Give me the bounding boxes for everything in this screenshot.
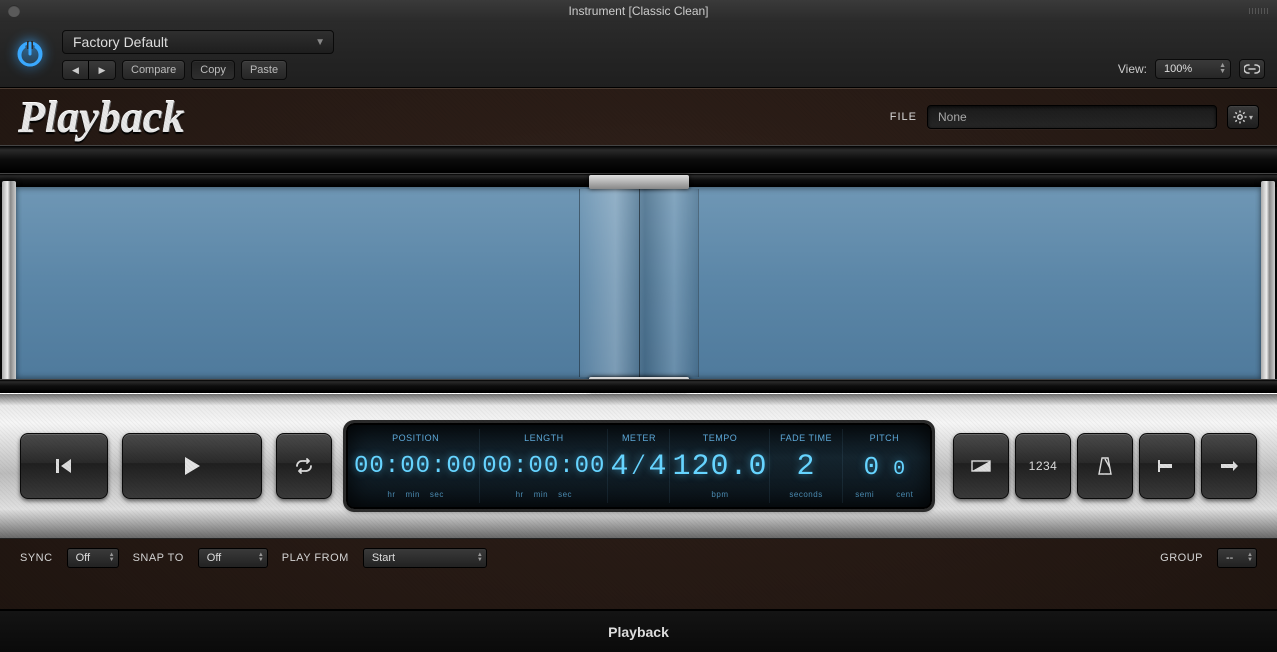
- playback-logo: Playback: [18, 92, 184, 143]
- gear-icon: [1233, 110, 1247, 124]
- file-label: FILE: [890, 111, 917, 123]
- preset-prev-button[interactable]: ◀: [63, 61, 89, 79]
- count-in-button[interactable]: 1234: [1015, 433, 1071, 499]
- file-action-button[interactable]: ▾: [1227, 105, 1259, 129]
- cycle-button[interactable]: [276, 433, 332, 499]
- view-zoom-select[interactable]: 100% ▲▼: [1155, 59, 1231, 79]
- pitch-label: PITCH: [870, 433, 900, 443]
- plugin-footer: Playback: [0, 610, 1277, 652]
- window-resize-grip[interactable]: [1249, 8, 1269, 14]
- footer-name: Playback: [608, 624, 669, 640]
- reel-right: [1261, 181, 1275, 385]
- view-label: View:: [1118, 62, 1147, 76]
- fade-button[interactable]: [953, 433, 1009, 499]
- playhead-line: [639, 189, 640, 377]
- plugin-toolbar: Factory Default ▼ ◀ ▶ Compare Copy Paste…: [0, 22, 1277, 88]
- link-button[interactable]: [1239, 59, 1265, 79]
- go-to-start-button[interactable]: [20, 433, 108, 499]
- sync-label: SYNC: [20, 552, 53, 564]
- pitch-semi-value[interactable]: 0: [864, 452, 880, 482]
- tempo-unit: bpm: [711, 490, 728, 499]
- window-close-button[interactable]: [8, 5, 20, 17]
- tempo-value[interactable]: 120.0: [672, 450, 767, 484]
- power-icon: [15, 39, 45, 69]
- file-value: None: [938, 110, 967, 124]
- view-zoom-value: 100%: [1164, 63, 1192, 75]
- reel-left: [2, 181, 16, 385]
- retrigger-icon: [1156, 458, 1178, 474]
- fade-unit: seconds: [789, 490, 822, 499]
- metronome-icon: [1096, 456, 1114, 476]
- pitch-values[interactable]: 0 0: [864, 452, 906, 482]
- tape-display[interactable]: [0, 187, 1277, 379]
- fade-icon: [970, 458, 992, 474]
- chevron-down-icon: ▼: [315, 37, 325, 48]
- snap-select[interactable]: Off▲▼: [198, 548, 268, 568]
- function-buttons: 1234: [953, 433, 1257, 499]
- pitch-cent-value[interactable]: 0: [893, 458, 905, 481]
- stepper-icon: ▲▼: [477, 553, 483, 563]
- skip-back-icon: [54, 457, 74, 475]
- playfrom-label: PLAY FROM: [282, 552, 349, 564]
- meter-value[interactable]: 4⁄4: [610, 450, 667, 484]
- length-units: hrminsec: [516, 490, 572, 499]
- stepper-icon: ▲▼: [109, 553, 115, 563]
- window-title: Instrument [Classic Clean]: [568, 4, 708, 18]
- meter-label: METER: [622, 433, 656, 443]
- chevron-down-icon: ▾: [1249, 113, 1253, 122]
- tempo-label: TEMPO: [703, 433, 738, 443]
- position-label: POSITION: [392, 433, 439, 443]
- compare-button[interactable]: Compare: [122, 60, 185, 80]
- marker-rail[interactable]: [0, 145, 1277, 173]
- bottom-bar: SYNC Off▲▼ SNAP TO Off▲▼ PLAY FROM Start…: [0, 539, 1277, 577]
- transport-panel: POSITION 00:00:00 hrminsec LENGTH 00:00:…: [0, 393, 1277, 539]
- metronome-button[interactable]: [1077, 433, 1133, 499]
- preset-selector[interactable]: Factory Default ▼: [62, 30, 334, 54]
- playfrom-select[interactable]: Start▲▼: [363, 548, 487, 568]
- playhead-top-cap: [589, 175, 689, 189]
- preset-next-button[interactable]: ▶: [89, 61, 115, 79]
- fade-label: FADE TIME: [780, 433, 832, 443]
- group-label: GROUP: [1160, 552, 1203, 564]
- sync-select[interactable]: Off▲▼: [67, 548, 119, 568]
- window-titlebar: Instrument [Classic Clean]: [0, 0, 1277, 22]
- stepper-icon: ▲▼: [258, 553, 264, 563]
- preset-name: Factory Default: [73, 34, 168, 50]
- play-icon: [182, 455, 202, 477]
- position-value[interactable]: 00:00:00: [354, 453, 477, 480]
- group-select[interactable]: --▲▼: [1217, 548, 1257, 568]
- continue-icon: [1218, 458, 1240, 474]
- paste-button[interactable]: Paste: [241, 60, 287, 80]
- snap-label: SNAP TO: [133, 552, 184, 564]
- position-units: hrminsec: [387, 490, 443, 499]
- fade-value[interactable]: 2: [797, 450, 816, 484]
- pitch-units: semicent: [855, 490, 913, 499]
- stepper-icon: ▲▼: [1247, 553, 1253, 563]
- lower-rail: [0, 379, 1277, 393]
- file-field[interactable]: None: [927, 105, 1217, 129]
- length-value[interactable]: 00:00:00: [482, 453, 605, 480]
- count-in-icon: 1234: [1029, 459, 1058, 473]
- stepper-icon: ▲▼: [1219, 63, 1226, 75]
- loop-icon: [293, 458, 315, 474]
- preset-nav: ◀ ▶: [62, 60, 116, 80]
- copy-button[interactable]: Copy: [191, 60, 235, 80]
- playhead[interactable]: [579, 177, 699, 389]
- header-row: Playback FILE None ▾: [0, 89, 1277, 145]
- power-button[interactable]: [12, 36, 48, 72]
- length-label: LENGTH: [524, 433, 564, 443]
- plugin-body: Playback FILE None ▾: [0, 88, 1277, 610]
- link-icon: [1244, 64, 1260, 74]
- continue-button[interactable]: [1201, 433, 1257, 499]
- play-button[interactable]: [122, 433, 262, 499]
- retrigger-button[interactable]: [1139, 433, 1195, 499]
- lcd-display: POSITION 00:00:00 hrminsec LENGTH 00:00:…: [346, 423, 932, 509]
